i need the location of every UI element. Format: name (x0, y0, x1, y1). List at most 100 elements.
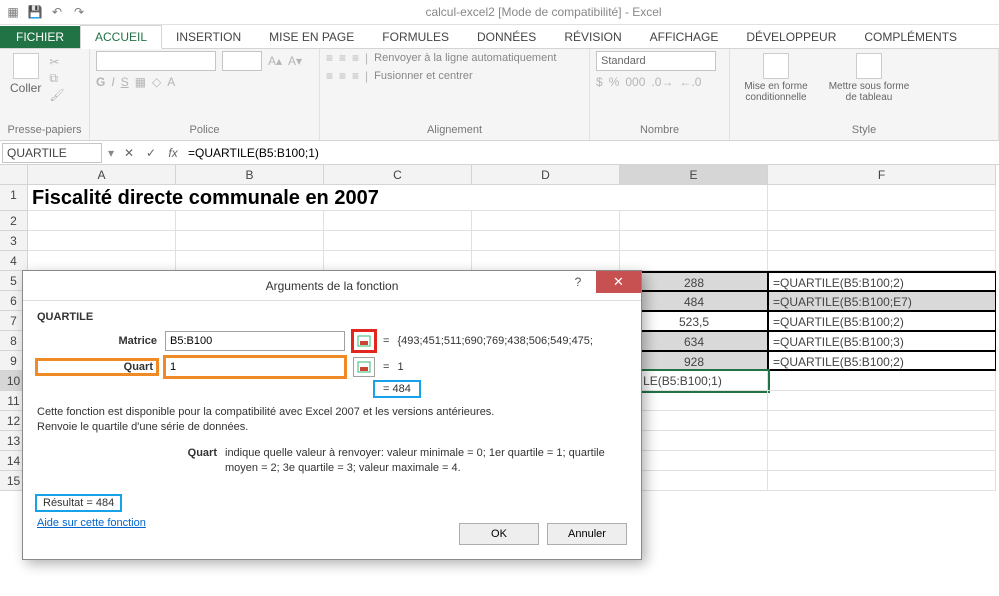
tab-formulas[interactable]: FORMULES (368, 26, 463, 48)
tab-review[interactable]: RÉVISION (550, 26, 635, 48)
fillcolor-button[interactable]: ◇ (152, 75, 161, 89)
tab-layout[interactable]: MISE EN PAGE (255, 26, 368, 48)
cell[interactable] (768, 431, 996, 451)
namebox-dropdown-icon[interactable]: ▾ (104, 146, 118, 160)
col-header[interactable]: B (176, 165, 324, 185)
cell[interactable]: 634 (620, 331, 768, 351)
currency-icon[interactable]: $ (596, 75, 603, 89)
cancel-button[interactable]: Annuler (547, 523, 627, 545)
arg-quart-input[interactable] (165, 357, 345, 377)
cell[interactable] (28, 231, 176, 251)
fontsize-select[interactable] (222, 51, 262, 71)
cell[interactable] (324, 231, 472, 251)
align-top-icon[interactable]: ≡ (326, 51, 333, 65)
comma-icon[interactable]: 000 (625, 75, 645, 89)
col-header[interactable]: F (768, 165, 996, 185)
col-header[interactable]: D (472, 165, 620, 185)
ok-button[interactable]: OK (459, 523, 539, 545)
cell[interactable]: =QUARTILE(B5:B100;E7) (768, 291, 996, 311)
sheet-title[interactable]: Fiscalité directe communale en 2007 (28, 185, 620, 211)
save-icon[interactable]: 💾 (26, 3, 44, 21)
col-header[interactable]: A (28, 165, 176, 185)
cell[interactable] (768, 251, 996, 271)
wrap-text-button[interactable]: Renvoyer à la ligne automatiquement (374, 52, 556, 64)
collapse-dialog-icon[interactable] (353, 357, 375, 377)
cell[interactable] (768, 231, 996, 251)
cell[interactable] (28, 211, 176, 231)
row-header[interactable]: 1 (0, 185, 28, 211)
align-left-icon[interactable]: ≡ (326, 69, 333, 83)
align-right-icon[interactable]: ≡ (352, 69, 359, 83)
percent-icon[interactable]: % (609, 75, 620, 89)
cell[interactable] (620, 251, 768, 271)
undo-icon[interactable]: ↶ (48, 3, 66, 21)
col-header[interactable]: C (324, 165, 472, 185)
cell[interactable]: 484 (620, 291, 768, 311)
cell[interactable]: =QUARTILE(B5:B100;2) (768, 271, 996, 291)
underline-button[interactable]: S (121, 75, 129, 89)
brush-icon[interactable]: 🖌 (49, 88, 64, 102)
formula-input[interactable] (184, 146, 999, 160)
cut-icon[interactable]: ✂ (49, 55, 64, 69)
redo-icon[interactable]: ↷ (70, 3, 88, 21)
cell[interactable] (472, 211, 620, 231)
dialog-title[interactable]: Arguments de la fonction (23, 271, 641, 301)
close-icon[interactable]: ✕ (596, 271, 641, 293)
tab-data[interactable]: DONNÉES (463, 26, 550, 48)
cell[interactable] (768, 185, 996, 211)
fx-icon[interactable]: fx (162, 146, 184, 160)
cell[interactable] (768, 411, 996, 431)
arg-matrice-input[interactable] (165, 331, 345, 351)
cell[interactable] (620, 451, 768, 471)
cell[interactable] (620, 411, 768, 431)
cell[interactable] (620, 185, 768, 211)
cell[interactable]: 523,5 (620, 311, 768, 331)
align-middle-icon[interactable]: ≡ (339, 51, 346, 65)
copy-icon[interactable]: ⧉ (49, 71, 64, 86)
fontcolor-button[interactable]: A (167, 75, 175, 89)
merge-button[interactable]: Fusionner et centrer (374, 70, 472, 82)
cell[interactable] (620, 431, 768, 451)
cell[interactable] (620, 211, 768, 231)
select-all-corner[interactable] (0, 165, 28, 185)
row-header[interactable]: 3 (0, 231, 28, 251)
collapse-dialog-icon[interactable] (353, 331, 375, 351)
italic-button[interactable]: I (111, 75, 114, 89)
dialog-help-icon[interactable]: ? (563, 271, 593, 293)
cell[interactable] (768, 451, 996, 471)
cell[interactable] (620, 471, 768, 491)
tab-insert[interactable]: INSERTION (162, 26, 255, 48)
cell[interactable] (472, 251, 620, 271)
grow-font-icon[interactable]: A▴ (268, 54, 282, 68)
cell[interactable] (768, 211, 996, 231)
shrink-font-icon[interactable]: A▾ (288, 54, 302, 68)
function-help-link[interactable]: Aide sur cette fonction (37, 517, 146, 529)
cell[interactable] (472, 231, 620, 251)
cell[interactable] (176, 231, 324, 251)
inc-decimal-icon[interactable]: .0→ (651, 75, 673, 89)
paste-button[interactable]: Coller (6, 51, 45, 97)
cell[interactable] (176, 251, 324, 271)
name-box[interactable]: QUARTILE (2, 143, 102, 163)
cell[interactable] (768, 471, 996, 491)
cell[interactable]: 928 (620, 351, 768, 371)
cell[interactable] (768, 371, 996, 391)
cell[interactable] (768, 391, 996, 411)
tab-home[interactable]: ACCUEIL (80, 25, 162, 49)
cell[interactable] (620, 391, 768, 411)
cond-format-button[interactable]: Mise en forme conditionnelle (736, 51, 816, 105)
border-button[interactable]: ▦ (135, 75, 146, 89)
row-header[interactable]: 4 (0, 251, 28, 271)
enter-formula-icon[interactable]: ✓ (140, 146, 162, 160)
col-header[interactable]: E (620, 165, 768, 185)
cell[interactable]: =QUARTILE(B5:B100;2) (768, 311, 996, 331)
cell[interactable] (324, 211, 472, 231)
tab-addins[interactable]: COMPLÉMENTS (850, 26, 971, 48)
tab-dev[interactable]: DÉVELOPPEUR (732, 26, 850, 48)
align-bottom-icon[interactable]: ≡ (352, 51, 359, 65)
align-center-icon[interactable]: ≡ (339, 69, 346, 83)
font-select[interactable] (96, 51, 216, 71)
tab-view[interactable]: AFFICHAGE (636, 26, 733, 48)
row-header[interactable]: 2 (0, 211, 28, 231)
cell[interactable]: =QUARTILE(B5:B100;2) (768, 351, 996, 371)
